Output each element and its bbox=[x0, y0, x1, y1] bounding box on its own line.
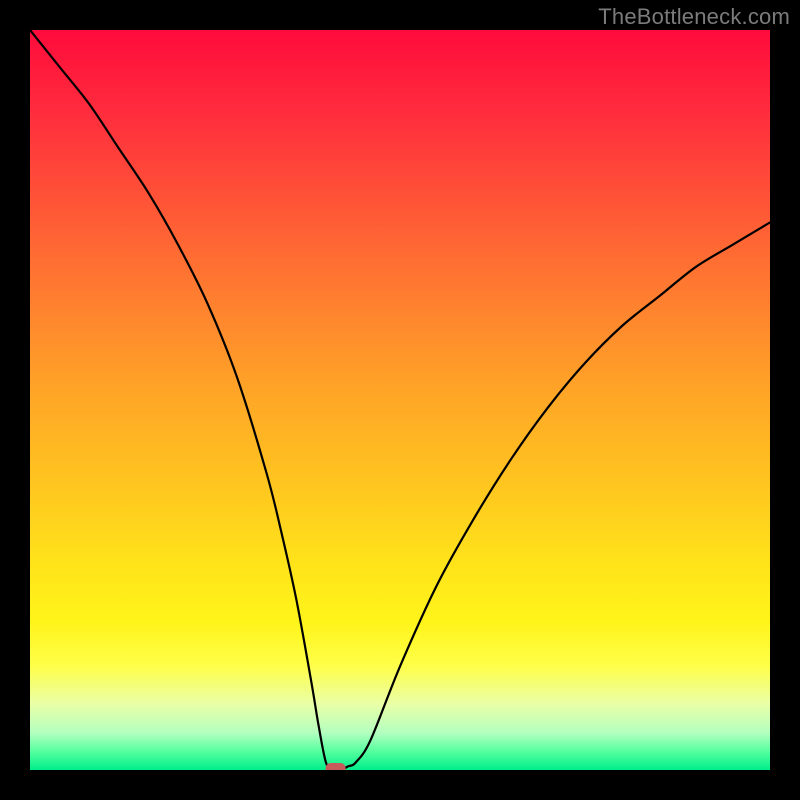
optimum-marker bbox=[326, 763, 346, 770]
bottleneck-curve bbox=[30, 30, 770, 770]
plot-area bbox=[30, 30, 770, 770]
curve-svg bbox=[30, 30, 770, 770]
chart-frame: TheBottleneck.com bbox=[0, 0, 800, 800]
watermark-text: TheBottleneck.com bbox=[598, 4, 790, 30]
